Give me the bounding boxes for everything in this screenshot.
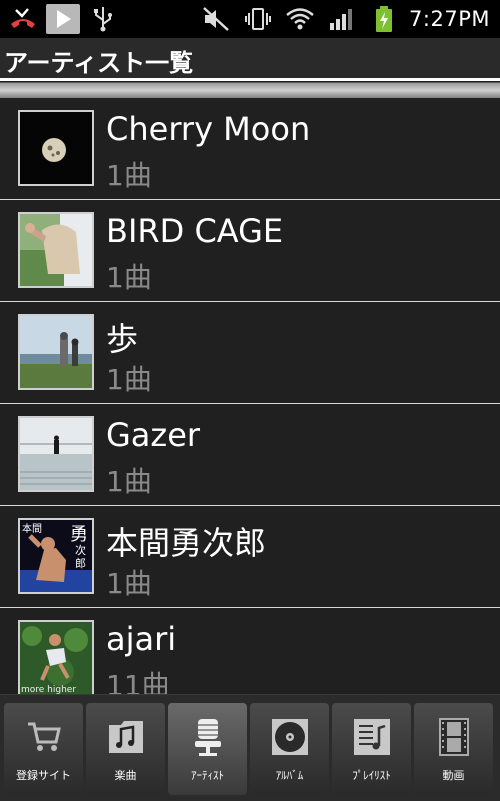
battery-charging-icon (367, 4, 401, 34)
status-time: 7:27PM (409, 7, 490, 31)
ayumu-thumbnail (18, 314, 94, 390)
header-strip (0, 82, 500, 99)
bird-cage-thumbnail (18, 212, 94, 288)
vibrate-icon (241, 4, 275, 34)
artist-name: Gazer (106, 416, 201, 454)
homma-thumbnail: 本間 勇 次 郎 (18, 518, 94, 594)
tab-label: ｱﾙﾊﾞﾑ (275, 769, 304, 782)
song-count: 1曲 (106, 261, 152, 294)
thumb-text: 勇 (70, 524, 88, 545)
thumb-text: 本間 (22, 522, 42, 535)
status-bar: 7:27PM (0, 0, 500, 38)
tab-label: 登録サイト (16, 769, 71, 782)
title-bar: アーティスト一覧 (0, 38, 500, 78)
thumb-text: 次 (75, 543, 86, 557)
tab-label: ﾌﾟﾚｲﾘｽﾄ (352, 769, 391, 782)
artist-name: Cherry Moon (106, 110, 311, 148)
song-count: 1曲 (106, 465, 152, 498)
thumb-text: more higher (21, 685, 76, 694)
mute-icon (199, 4, 233, 34)
microphone-icon (188, 717, 228, 757)
tab-songs[interactable]: 楽曲 (86, 703, 165, 795)
gazer-thumbnail (18, 416, 94, 492)
bottom-tab-bar: 登録サイト 楽曲 ｱｰﾃｨｽﾄ ｱﾙﾊﾞﾑ ﾌﾟﾚｲﾘｽﾄ 動画 (0, 694, 500, 801)
page-title: アーティスト一覧 (4, 49, 194, 77)
tab-videos[interactable]: 動画 (414, 703, 493, 795)
artist-row[interactable]: Cherry Moon 1曲 (0, 98, 500, 200)
cherry-moon-thumbnail (18, 110, 94, 186)
album-disc-icon (270, 717, 310, 757)
artist-list[interactable]: Cherry Moon 1曲 BIRD CAGE 1曲 歩 1曲 Gazer 1… (0, 98, 500, 694)
artist-name: BIRD CAGE (106, 212, 284, 250)
missed-call-icon (6, 4, 40, 34)
ajari-thumbnail: more higher (18, 620, 94, 694)
artist-row[interactable]: Gazer 1曲 (0, 404, 500, 506)
wifi-icon (283, 4, 317, 34)
artist-row[interactable]: BIRD CAGE 1曲 (0, 200, 500, 302)
playlist-icon (352, 717, 392, 757)
song-count: 1曲 (106, 567, 152, 600)
tab-registered-sites[interactable]: 登録サイト (4, 703, 83, 795)
artist-row[interactable]: 歩 1曲 (0, 302, 500, 404)
film-icon (434, 717, 474, 757)
artist-name: 歩 (106, 320, 139, 358)
usb-icon (86, 4, 120, 34)
tab-label: 楽曲 (114, 769, 137, 782)
thumb-text: 郎 (75, 556, 86, 570)
tab-label: ｱｰﾃｨｽﾄ (191, 769, 224, 782)
song-count: 1曲 (106, 363, 152, 396)
tab-playlists[interactable]: ﾌﾟﾚｲﾘｽﾄ (332, 703, 411, 795)
song-count: 1曲 (106, 159, 152, 192)
play-icon (46, 4, 80, 34)
artist-name: 本間勇次郎 (106, 524, 267, 562)
artist-row[interactable]: 本間 勇 次 郎 本間勇次郎 1曲 (0, 506, 500, 608)
artist-row[interactable]: more higher ajari 11曲 (0, 608, 500, 694)
cart-icon (24, 717, 64, 757)
tab-albums[interactable]: ｱﾙﾊﾞﾑ (250, 703, 329, 795)
music-note-icon (106, 717, 146, 757)
song-count: 11曲 (106, 669, 170, 694)
signal-icon (325, 4, 359, 34)
artist-name: ajari (106, 620, 177, 658)
title-divider (0, 78, 500, 81)
tab-artists[interactable]: ｱｰﾃｨｽﾄ (168, 703, 247, 795)
tab-label: 動画 (442, 769, 465, 782)
